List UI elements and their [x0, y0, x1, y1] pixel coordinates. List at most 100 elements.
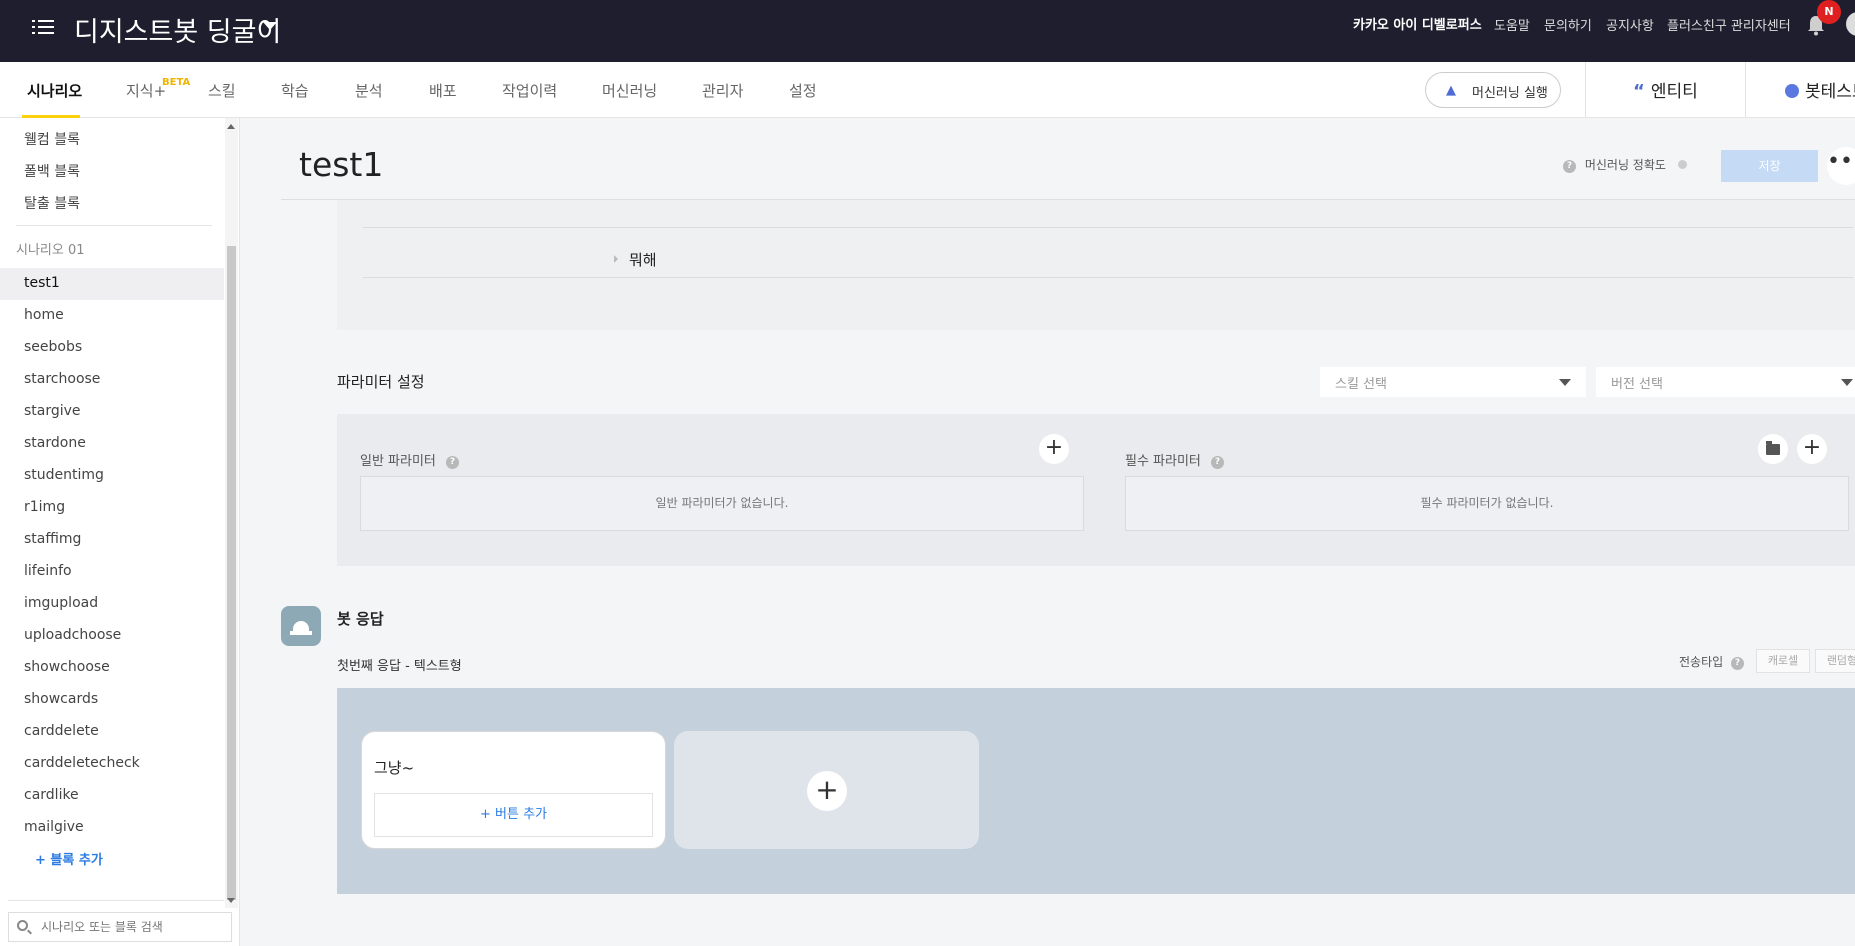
tab-settings[interactable]: 설정 [789, 80, 817, 101]
skill-select[interactable]: 스킬 선택 [1320, 367, 1586, 397]
sidebar-divider [8, 900, 224, 901]
version-select[interactable]: 버전 선택 [1596, 367, 1855, 397]
sidebar-item[interactable]: stardone [24, 435, 86, 451]
sidebar-item[interactable]: mailgive [24, 819, 84, 835]
developers-link[interactable]: 카카오 아이 디벨로퍼스 [1353, 14, 1482, 33]
entity-button[interactable]: “엔티티 [1633, 77, 1698, 102]
caret-right-icon [614, 255, 618, 263]
sidebar-item[interactable]: carddelete [24, 723, 99, 739]
send-type: 전송타입 ? [1679, 653, 1744, 670]
nav-divider [1585, 62, 1586, 118]
sidebar-item[interactable]: home [24, 307, 64, 323]
sidebar-item[interactable]: starchoose [24, 371, 100, 387]
notification-badge: N [1817, 0, 1841, 24]
tab-history[interactable]: 작업이력 [502, 80, 557, 101]
random-type-button[interactable]: 랜덤형 [1815, 649, 1855, 673]
search-input[interactable] [41, 917, 227, 937]
sidebar-item[interactable]: studentimg [24, 467, 104, 483]
page-title[interactable]: test1 [299, 145, 383, 184]
utterance-panel [337, 200, 1855, 330]
response-subtitle: 첫번째 응답 - 텍스트형 [337, 659, 462, 674]
chevron-down-icon[interactable] [263, 22, 277, 30]
save-button[interactable]: 저장 [1721, 150, 1818, 182]
sidebar-item-welcome[interactable]: 웰컴 블록 [24, 129, 80, 149]
tab-knowledge[interactable]: 지식+ [126, 80, 166, 101]
tab-skill[interactable]: 스킬 [208, 80, 236, 101]
utterance-text[interactable]: 뭐해 [629, 249, 657, 270]
scroll-down-icon[interactable] [227, 898, 235, 903]
tab-deploy[interactable]: 배포 [429, 80, 457, 101]
sidebar-item-fallback[interactable]: 폴백 블록 [24, 161, 80, 181]
nav-bar: 시나리오 지식+ BETA 스킬 학습 분석 배포 작업이력 머신러닝 관리자 … [0, 62, 1855, 118]
tab-scenario[interactable]: 시나리오 [27, 80, 82, 101]
sidebar-item[interactable]: stargive [24, 403, 81, 419]
required-param-empty: 필수 파라미터가 없습니다. [1125, 476, 1849, 531]
ml-run-button[interactable]: ▲ 머신러닝 실행 [1425, 72, 1561, 108]
inquiry-link[interactable]: 문의하기 [1544, 15, 1592, 34]
scenario-search-box[interactable] [8, 912, 232, 942]
help-icon[interactable]: ? [1563, 160, 1576, 173]
general-param-empty: 일반 파라미터가 없습니다. [360, 476, 1084, 531]
chat-icon [1785, 84, 1799, 98]
scenario-section-title[interactable]: 시나리오 01 [16, 239, 85, 258]
sidebar-item[interactable]: seebobs [24, 339, 82, 355]
add-card-button[interactable]: + [674, 731, 979, 849]
help-icon[interactable]: ? [446, 456, 460, 469]
general-param-title: 일반 파라미터 ? [360, 450, 460, 469]
tab-admin[interactable]: 관리자 [702, 80, 743, 101]
main-content: 뭐해 test1 ? 머신러닝 정확도 저장 ••• 파라미터 설정 스킬 선택… [241, 118, 1855, 946]
graduation-cap-icon: ▲ [1446, 83, 1456, 98]
bot-test-button[interactable]: 봇테스트 [1785, 77, 1855, 102]
sidebar-item[interactable]: imgupload [24, 595, 98, 611]
sidebar-item[interactable]: showchoose [24, 659, 110, 675]
text-card[interactable]: 그냥~ + 버튼 추가 [361, 731, 666, 849]
general-param-label: 일반 파라미터 [360, 454, 436, 469]
menu-icon[interactable] [32, 18, 54, 38]
bot-name[interactable]: 디지스트봇 딩굴이 [74, 10, 281, 49]
scroll-up-icon[interactable] [227, 124, 235, 129]
ml-accuracy: ? 머신러닝 정확도 [1563, 156, 1687, 173]
sidebar-item[interactable]: carddeletecheck [24, 755, 140, 771]
tab-analytics[interactable]: 분석 [355, 80, 383, 101]
plusfriend-admin-link[interactable]: 플러스친구 관리자센터 [1667, 15, 1791, 34]
sidebar-scrollbar-thumb[interactable] [227, 246, 236, 900]
sidebar-item[interactable]: staffimg [24, 531, 81, 547]
sidebar-item[interactable]: cardlike [24, 787, 79, 803]
help-link[interactable]: 도움말 [1494, 15, 1530, 34]
help-icon[interactable]: ? [1211, 456, 1225, 469]
sidebar-item-test1[interactable]: test1 [24, 275, 60, 291]
row-divider [363, 227, 1853, 228]
sidebar-item[interactable]: lifeinfo [24, 563, 72, 579]
ml-run-label: 머신러닝 실행 [1472, 86, 1548, 101]
chevron-down-icon [1559, 379, 1571, 386]
bot-test-label: 봇테스트 [1805, 82, 1855, 102]
avatar[interactable] [1846, 12, 1855, 36]
sidebar-item-exit[interactable]: 탈출 블록 [24, 193, 80, 213]
add-general-param-button[interactable]: + [1039, 434, 1069, 464]
required-param-title: 필수 파라미터 ? [1125, 450, 1225, 469]
version-select-label: 버전 선택 [1611, 377, 1663, 392]
card-text[interactable]: 그냥~ [374, 757, 414, 778]
carousel-type-button[interactable]: 캐로셀 [1756, 649, 1810, 673]
nav-divider [1745, 62, 1746, 118]
sidebar-item[interactable]: r1img [24, 499, 65, 515]
tab-learning[interactable]: 학습 [281, 80, 309, 101]
skill-select-label: 스킬 선택 [1335, 377, 1387, 392]
entity-label: 엔티티 [1650, 82, 1698, 102]
folder-icon [1766, 441, 1780, 455]
sidebar-item[interactable]: showcards [24, 691, 98, 707]
send-type-label: 전송타입 [1679, 655, 1724, 669]
add-button-button[interactable]: + 버튼 추가 [374, 793, 653, 837]
add-block-button[interactable]: + 블록 추가 [35, 849, 103, 868]
notice-link[interactable]: 공지사항 [1606, 15, 1654, 34]
folder-button[interactable] [1758, 434, 1788, 464]
bot-icon [281, 606, 321, 646]
bot-response-title: 봇 응답 [337, 610, 384, 628]
row-divider [363, 277, 1853, 278]
help-icon[interactable]: ? [1731, 657, 1744, 670]
tab-machine-learning[interactable]: 머신러닝 [602, 80, 657, 101]
add-required-param-button[interactable]: + [1797, 434, 1827, 464]
plus-icon[interactable]: + [807, 771, 847, 811]
top-bar: 디지스트봇 딩굴이 카카오 아이 디벨로퍼스 도움말 문의하기 공지사항 플러스… [0, 0, 1855, 62]
sidebar-item[interactable]: uploadchoose [24, 627, 121, 643]
